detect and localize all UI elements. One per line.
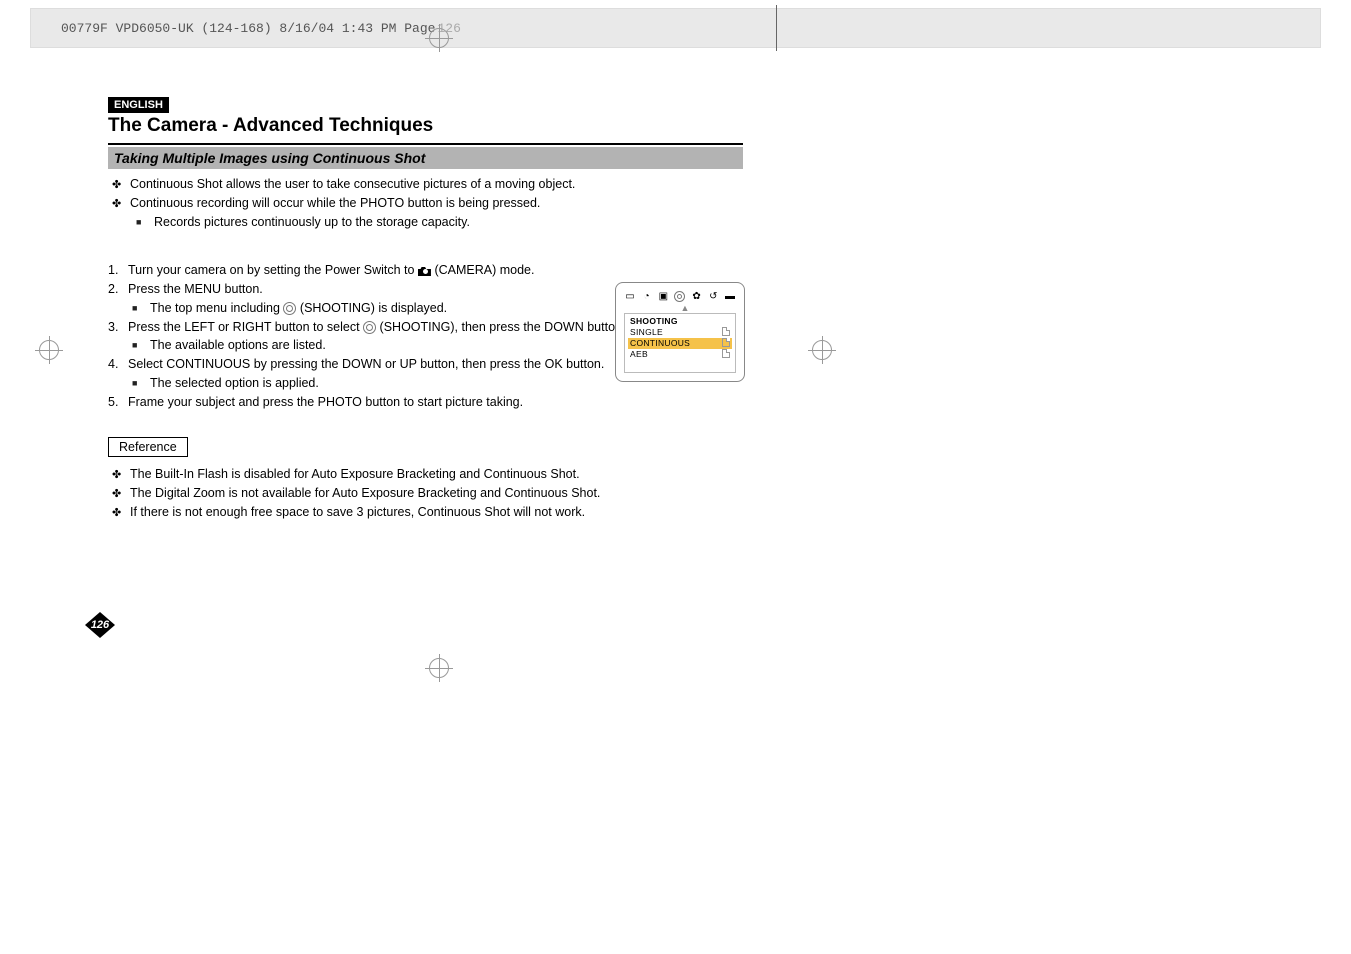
language-badge: ENGLISH [108,97,169,113]
step-text: Frame your subject and press the PHOTO b… [128,393,523,412]
lcd-effect-icon: ✿ [691,291,703,301]
aeb-icon [722,349,730,358]
continuous-shot-icon [722,338,730,347]
registration-mark-top [425,24,453,52]
shooting-menu-icon [363,321,376,334]
lcd-option: SINGLE [630,327,663,338]
step-text: Turn your camera on by setting the Power… [128,261,534,280]
step-sub: The available options are listed. [150,336,326,355]
lcd-option-selected: CONTINUOUS [630,338,690,349]
ref-line: The Digital Zoom is not available for Au… [130,484,600,503]
step-number: 4. [108,355,128,374]
registration-mark-right [808,336,836,364]
step-text: Press the LEFT or RIGHT button to select… [128,318,625,337]
lcd-reset-icon: ↺ [707,291,719,301]
step-sub: The selected option is applied. [150,374,319,393]
lcd-metering-icon: ▣ [657,291,669,301]
registration-mark-bottom [425,654,453,682]
intro-line: Continuous recording will occur while th… [130,194,540,213]
lcd-icon-row: ▭ ◔ ▣ ✿ ↺ ▬ [624,289,736,303]
lcd-heading: SHOOTING [628,316,732,326]
lcd-option: AEB [630,349,648,360]
registration-mark-left [35,336,63,364]
reference-label: Reference [108,437,188,457]
title-rule [108,143,743,145]
shooting-menu-icon [283,302,296,315]
section-heading: Taking Multiple Images using Continuous … [108,147,743,169]
subbullet-icon [132,376,150,395]
reference-notes: The Built-In Flash is disabled for Auto … [112,465,743,521]
ref-line: The Built-In Flash is disabled for Auto … [130,465,580,484]
single-shot-icon [722,327,730,336]
lcd-shooting-icon [674,291,686,301]
subbullet-icon [132,338,150,357]
step-number: 1. [108,261,128,280]
lcd-size-icon: ▭ [624,291,636,301]
lcd-card-icon: ▬ [724,291,736,301]
intro-subline: Records pictures continuously up to the … [154,213,470,232]
step-number: 5. [108,393,128,412]
ref-line: If there is not enough free space to sav… [130,503,585,522]
bullet-icon [112,484,130,503]
step-text: Select CONTINUOUS by pressing the DOWN o… [128,355,604,374]
bullet-icon [112,175,130,194]
step-text: Press the MENU button. [128,280,263,299]
subbullet-icon [132,301,150,320]
intro-bullets: Continuous Shot allows the user to take … [112,175,743,231]
lcd-pointer-icon: ▲ [634,305,736,311]
bullet-icon [112,194,130,213]
step-sub: The top menu including (SHOOTING) is dis… [150,299,447,318]
step-number: 3. [108,318,128,337]
lcd-menu-illustration: ▭ ◔ ▣ ✿ ↺ ▬ ▲ SHOOTING SINGLE CONTINUOUS… [615,282,745,382]
step-number: 2. [108,280,128,299]
print-slug: 00779F VPD6050-UK (124-168) 8/16/04 1:43… [61,21,435,36]
bullet-icon [112,503,130,522]
bullet-icon [112,465,130,484]
print-header-strip: 00779F VPD6050-UK (124-168) 8/16/04 1:43… [30,8,1321,48]
page-number-badge: 126 [85,612,115,638]
intro-line: Continuous Shot allows the user to take … [130,175,575,194]
header-divider [776,5,777,51]
camera-icon [418,266,431,276]
lcd-options-panel: SHOOTING SINGLE CONTINUOUS AEB [624,313,736,373]
lcd-quality-icon: ◔ [641,291,653,301]
page-title: The Camera - Advanced Techniques [108,115,743,137]
subbullet-icon [136,215,154,234]
